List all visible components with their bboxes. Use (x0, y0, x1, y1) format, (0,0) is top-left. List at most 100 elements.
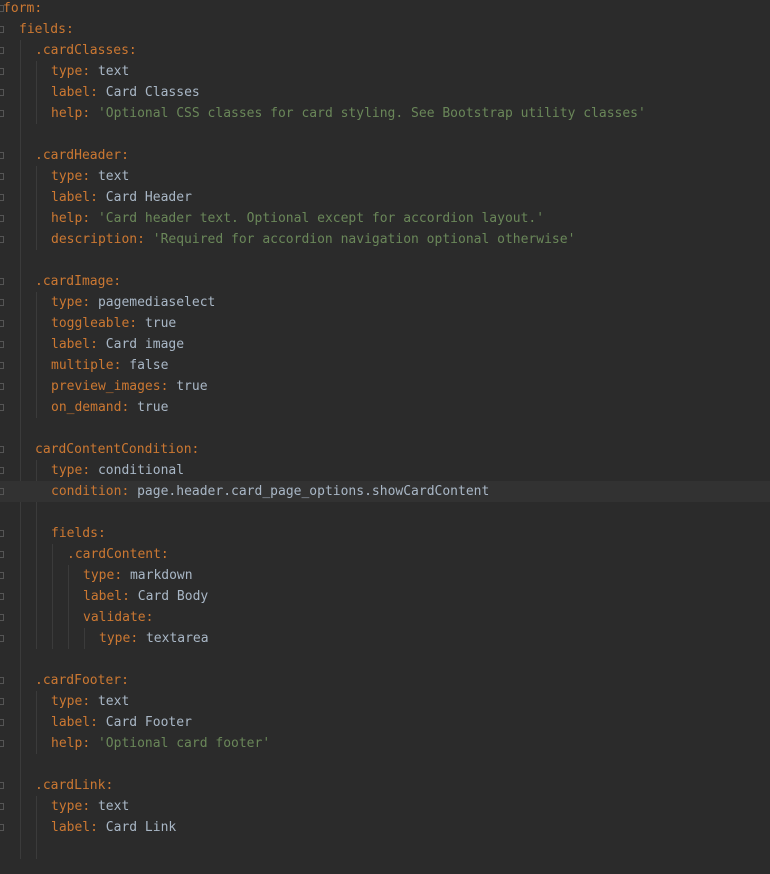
code-line[interactable]: .cardFooter: (0, 670, 770, 691)
fold-marker-icon[interactable] (0, 551, 4, 558)
code-line[interactable]: type: textarea (0, 628, 770, 649)
fold-marker-icon[interactable] (0, 194, 4, 201)
fold-marker-icon[interactable] (0, 740, 4, 747)
code-line[interactable]: type: text (0, 166, 770, 187)
fold-marker-icon[interactable] (0, 635, 4, 642)
code-line[interactable] (0, 649, 770, 670)
fold-marker-icon[interactable] (0, 89, 4, 96)
yaml-colon: : (129, 316, 138, 331)
yaml-colon: : (121, 673, 129, 688)
code-line[interactable]: help: 'Card header text. Optional except… (0, 208, 770, 229)
code-line[interactable]: .cardLink: (0, 775, 770, 796)
fold-marker-icon[interactable] (0, 446, 4, 453)
yaml-colon: : (82, 799, 91, 814)
code-line[interactable]: on_demand: true (0, 397, 770, 418)
code-text: type: text (51, 796, 129, 817)
code-line[interactable]: .cardHeader: (0, 145, 770, 166)
yaml-colon: : (105, 778, 114, 793)
fold-marker-icon[interactable] (0, 236, 4, 243)
code-line[interactable] (0, 124, 770, 145)
fold-marker-icon[interactable] (0, 488, 4, 495)
code-line[interactable]: label: Card Classes (0, 82, 770, 103)
code-line[interactable]: fields: (0, 19, 770, 40)
code-line[interactable]: preview_images: true (0, 376, 770, 397)
yaml-key: cardContentCondition (35, 442, 192, 457)
fold-marker-icon[interactable] (0, 803, 4, 810)
yaml-key: type (51, 295, 83, 310)
code-line[interactable]: validate: (0, 607, 770, 628)
yaml-value: pagemediaselect (97, 295, 216, 310)
yaml-value: text (97, 169, 130, 184)
fold-marker-icon[interactable] (0, 215, 4, 222)
yaml-key: validate (83, 610, 146, 625)
fold-marker-icon[interactable] (0, 782, 4, 789)
code-text: fields: (51, 523, 106, 544)
code-line[interactable]: multiple: false (0, 355, 770, 376)
code-text: .cardContent: (67, 544, 169, 565)
code-line[interactable]: help: 'Optional card footer' (0, 733, 770, 754)
fold-marker-icon[interactable] (0, 47, 4, 54)
code-text: .cardHeader: (35, 145, 129, 166)
code-line[interactable]: label: Card Body (0, 586, 770, 607)
fold-marker-icon[interactable] (0, 719, 4, 726)
code-editor[interactable]: form: fields: .cardClasses: type: text label… (0, 0, 770, 874)
code-line[interactable] (0, 250, 770, 271)
yaml-value: Card Body (137, 589, 209, 604)
code-line[interactable]: toggleable: true (0, 313, 770, 334)
code-line[interactable]: type: conditional (0, 460, 770, 481)
fold-marker-icon[interactable] (0, 341, 4, 348)
fold-marker-icon[interactable] (0, 614, 4, 621)
fold-marker-icon[interactable] (0, 26, 4, 33)
fold-marker-icon[interactable] (0, 404, 4, 411)
fold-marker-icon[interactable] (0, 278, 4, 285)
yaml-key: label (51, 820, 91, 835)
yaml-key: type (51, 169, 83, 184)
code-line[interactable] (0, 502, 770, 523)
code-line[interactable]: cardContentCondition: (0, 439, 770, 460)
code-line[interactable]: type: markdown (0, 565, 770, 586)
code-text: validate: (83, 607, 153, 628)
code-line[interactable]: type: text (0, 691, 770, 712)
code-line[interactable]: type: pagemediaselect (0, 292, 770, 313)
code-text: label: Card Body (83, 586, 208, 607)
fold-marker-icon[interactable] (0, 698, 4, 705)
fold-marker-icon[interactable] (0, 383, 4, 390)
code-line[interactable]: type: text (0, 796, 770, 817)
fold-marker-icon[interactable] (0, 320, 4, 327)
yaml-key: .cardClasses (35, 43, 129, 58)
fold-marker-icon[interactable] (0, 824, 4, 831)
code-line[interactable] (0, 754, 770, 775)
code-line[interactable]: .cardImage: (0, 271, 770, 292)
fold-marker-icon[interactable] (0, 572, 4, 579)
fold-marker-icon[interactable] (0, 593, 4, 600)
yaml-colon: : (82, 64, 91, 79)
fold-marker-icon[interactable] (0, 110, 4, 117)
yaml-key: type (99, 631, 131, 646)
code-line[interactable]: form: (0, 0, 770, 19)
code-line[interactable]: help: 'Optional CSS classes for card sty… (0, 103, 770, 124)
fold-marker-icon[interactable] (0, 362, 4, 369)
code-line[interactable]: description: 'Required for accordion nav… (0, 229, 770, 250)
fold-marker-icon[interactable] (0, 299, 4, 306)
code-line[interactable] (0, 418, 770, 439)
yaml-key: multiple (51, 358, 114, 373)
fold-marker-icon[interactable] (0, 173, 4, 180)
code-line[interactable]: label: Card Link (0, 817, 770, 838)
fold-marker-icon[interactable] (0, 467, 4, 474)
fold-marker-icon[interactable] (0, 677, 4, 684)
code-line[interactable]: fields: (0, 523, 770, 544)
yaml-colon: : (113, 274, 122, 289)
code-line[interactable]: label: Card Footer (0, 712, 770, 733)
code-line[interactable]: .cardContent: (0, 544, 770, 565)
fold-marker-icon[interactable] (0, 68, 4, 75)
yaml-value: Card Header (105, 190, 192, 205)
code-line[interactable]: label: Card Header (0, 187, 770, 208)
fold-marker-icon[interactable] (0, 152, 4, 159)
code-text: cardContentCondition: (35, 439, 199, 460)
fold-marker-icon[interactable] (0, 530, 4, 537)
code-line[interactable]: label: Card image (0, 334, 770, 355)
yaml-colon: : (82, 694, 91, 709)
code-line[interactable]: .cardClasses: (0, 40, 770, 61)
code-line-current[interactable]: condition: page.header.card_page_options… (0, 481, 770, 502)
code-line[interactable]: type: text (0, 61, 770, 82)
